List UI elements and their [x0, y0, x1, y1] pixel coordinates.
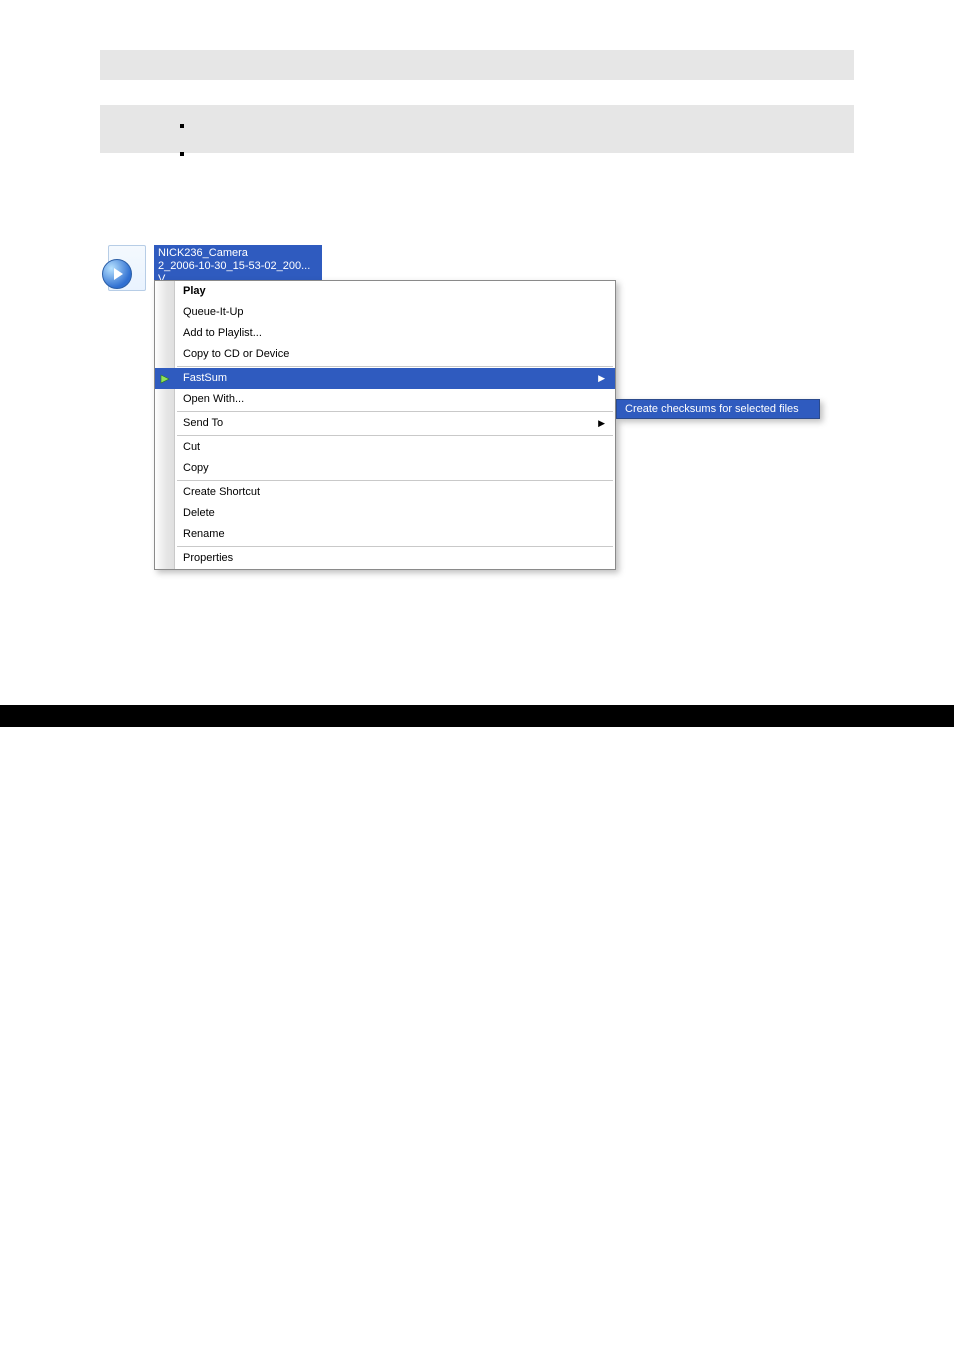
menu-label: Add to Playlist... — [183, 326, 262, 341]
fastsum-icon — [159, 373, 171, 385]
menu-separator — [177, 366, 613, 367]
menu-item-copy[interactable]: Copy — [155, 458, 615, 479]
submenu-item-create-checksums[interactable]: Create checksums for selected files — [625, 403, 799, 415]
menu-separator — [177, 480, 613, 481]
menu-label: Play — [183, 284, 206, 299]
menu-item-properties[interactable]: Properties — [155, 548, 615, 569]
media-file-icon — [100, 245, 148, 293]
menu-label: Copy — [183, 461, 209, 476]
file-label-line: NICK236_Camera — [158, 247, 248, 259]
menu-item-send-to[interactable]: Send To ▶ — [155, 413, 615, 434]
menu-item-rename[interactable]: Rename — [155, 524, 615, 545]
bullet-block — [100, 105, 854, 153]
submenu-arrow-icon: ▶ — [598, 371, 605, 386]
menu-label: Send To — [183, 416, 223, 431]
menu-separator — [177, 546, 613, 547]
footer-bar — [0, 705, 954, 727]
fastsum-submenu: Create checksums for selected files — [616, 399, 820, 419]
menu-item-play[interactable]: Play — [155, 281, 615, 302]
menu-label: FastSum — [183, 371, 227, 386]
menu-label: Delete — [183, 506, 215, 521]
menu-separator — [177, 435, 613, 436]
menu-item-copy-cd[interactable]: Copy to CD or Device — [155, 344, 615, 365]
context-menu: Play Queue-It-Up Add to Playlist... Copy… — [154, 280, 616, 570]
screenshot-figure: NICK236_Camera 2_2006-10-30_15-53-02_200… — [100, 245, 830, 545]
menu-item-cut[interactable]: Cut — [155, 437, 615, 458]
menu-label: Create Shortcut — [183, 485, 260, 500]
submenu-arrow-icon: ▶ — [598, 416, 605, 431]
menu-label: Queue-It-Up — [183, 305, 244, 320]
menu-item-fastsum[interactable]: FastSum ▶ — [155, 368, 615, 389]
header-bar — [100, 50, 854, 80]
paragraph — [110, 183, 844, 205]
body-text — [100, 183, 854, 205]
menu-label: Cut — [183, 440, 200, 455]
menu-label: Open With... — [183, 392, 244, 407]
menu-item-delete[interactable]: Delete — [155, 503, 615, 524]
menu-item-create-shortcut[interactable]: Create Shortcut — [155, 482, 615, 503]
menu-label: Rename — [183, 527, 225, 542]
file-label-line: 2_2006-10-30_15-53-02_200... — [158, 260, 310, 272]
menu-item-queue[interactable]: Queue-It-Up — [155, 302, 615, 323]
menu-label: Copy to CD or Device — [183, 347, 289, 362]
menu-label: Properties — [183, 551, 233, 566]
menu-item-add-playlist[interactable]: Add to Playlist... — [155, 323, 615, 344]
menu-item-open-with[interactable]: Open With... — [155, 389, 615, 410]
menu-separator — [177, 411, 613, 412]
